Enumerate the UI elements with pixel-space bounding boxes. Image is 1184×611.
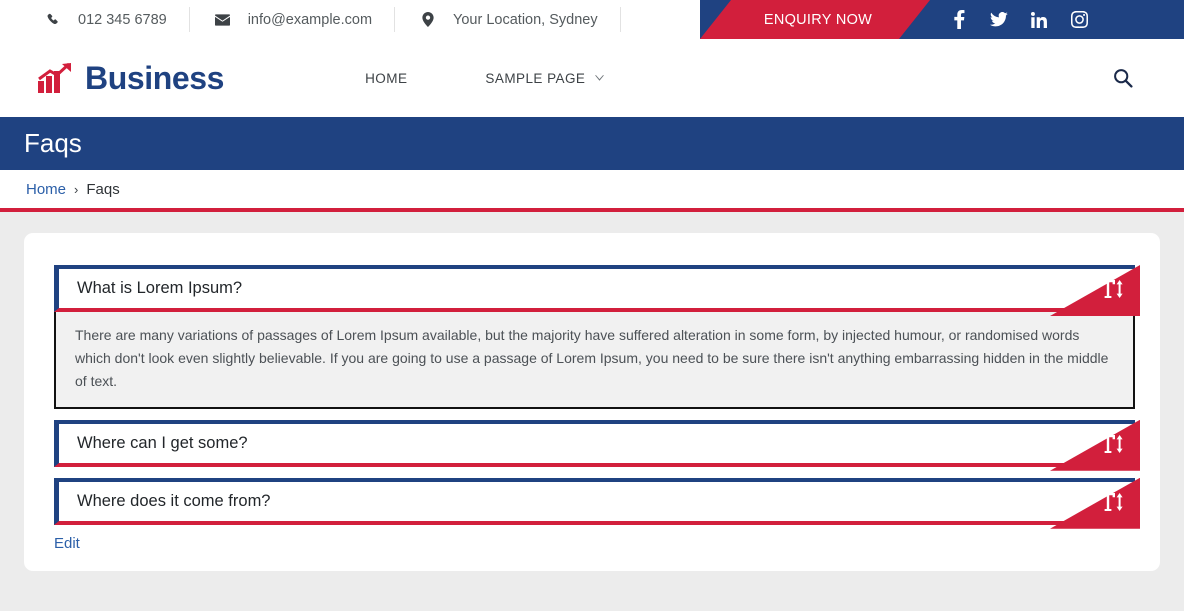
text-height-icon[interactable] bbox=[1099, 277, 1125, 301]
search-icon[interactable] bbox=[1110, 65, 1136, 91]
twitter-icon[interactable] bbox=[988, 9, 1010, 31]
page-title-band: Faqs bbox=[0, 117, 1184, 170]
text-height-icon[interactable] bbox=[1099, 490, 1125, 514]
text-height-icon[interactable] bbox=[1099, 432, 1125, 456]
site-header: Business HOME SAMPLE PAGE bbox=[0, 39, 1184, 117]
map-pin-icon bbox=[419, 12, 437, 27]
content-card: What is Lorem Ipsum? There are many vari… bbox=[24, 233, 1160, 571]
faq-question-1: What is Lorem Ipsum? bbox=[77, 279, 243, 297]
faq-accordion: What is Lorem Ipsum? There are many vari… bbox=[54, 265, 1140, 553]
facebook-icon[interactable] bbox=[948, 9, 970, 31]
page-title: Faqs bbox=[24, 128, 82, 158]
contact-location[interactable]: Your Location, Sydney bbox=[395, 7, 621, 32]
social-links bbox=[948, 0, 1090, 39]
brand-name: Business bbox=[85, 59, 225, 96]
nav-item-sample-page-label: SAMPLE PAGE bbox=[485, 70, 586, 86]
page-content-area: What is Lorem Ipsum? There are many vari… bbox=[0, 212, 1184, 571]
breadcrumb-home-link[interactable]: Home bbox=[26, 181, 66, 198]
nav-item-home-label: HOME bbox=[365, 70, 408, 86]
contact-phone[interactable]: 012 345 6789 bbox=[0, 7, 190, 32]
faq-header-3[interactable]: Where does it come from? bbox=[54, 477, 1140, 529]
faq-question-2: Where can I get some? bbox=[77, 433, 248, 452]
chevron-down-icon bbox=[595, 75, 605, 81]
faq-answer-1: There are many variations of passages of… bbox=[75, 327, 1109, 390]
faq-header-2[interactable]: Where can I get some? bbox=[54, 419, 1140, 471]
contact-phone-text: 012 345 6789 bbox=[78, 11, 167, 28]
breadcrumb: Home › Faqs bbox=[0, 170, 1184, 212]
faq-wedge-1 bbox=[1050, 265, 1140, 316]
envelope-icon bbox=[214, 13, 232, 26]
brand-logo[interactable]: Business bbox=[38, 60, 224, 97]
faq-wedge-2 bbox=[1050, 419, 1140, 471]
faq-answer-panel-1: There are many variations of passages of… bbox=[54, 312, 1135, 409]
faq-spacer-2 bbox=[54, 467, 1135, 478]
contact-email-text: info@example.com bbox=[247, 11, 373, 28]
faq-question-3: Where does it come from? bbox=[77, 491, 271, 510]
breadcrumb-separator: › bbox=[74, 181, 79, 197]
faq-header-1[interactable]: What is Lorem Ipsum? bbox=[54, 265, 1140, 316]
enquiry-now-label: ENQUIRY NOW bbox=[763, 11, 873, 28]
nav-item-sample-page[interactable]: SAMPLE PAGE bbox=[446, 71, 643, 86]
phone-icon bbox=[44, 13, 62, 27]
enquiry-now-button[interactable]: ENQUIRY NOW bbox=[700, 0, 930, 39]
linkedin-icon[interactable] bbox=[1028, 9, 1050, 31]
faq-wedge-3 bbox=[1050, 477, 1140, 529]
top-info-bar: 012 345 6789 info@example.com Your Locat… bbox=[0, 0, 1184, 39]
nav-item-home[interactable]: HOME bbox=[326, 71, 446, 86]
growth-chart-icon bbox=[38, 63, 74, 93]
contact-email[interactable]: info@example.com bbox=[190, 7, 396, 32]
main-navigation: HOME SAMPLE PAGE bbox=[326, 71, 643, 86]
breadcrumb-current: Faqs bbox=[86, 180, 120, 198]
edit-link[interactable]: Edit bbox=[54, 535, 80, 552]
instagram-icon[interactable] bbox=[1068, 9, 1090, 31]
contact-location-text: Your Location, Sydney bbox=[453, 11, 598, 28]
topbar-contact-list: 012 345 6789 info@example.com Your Locat… bbox=[0, 0, 621, 39]
